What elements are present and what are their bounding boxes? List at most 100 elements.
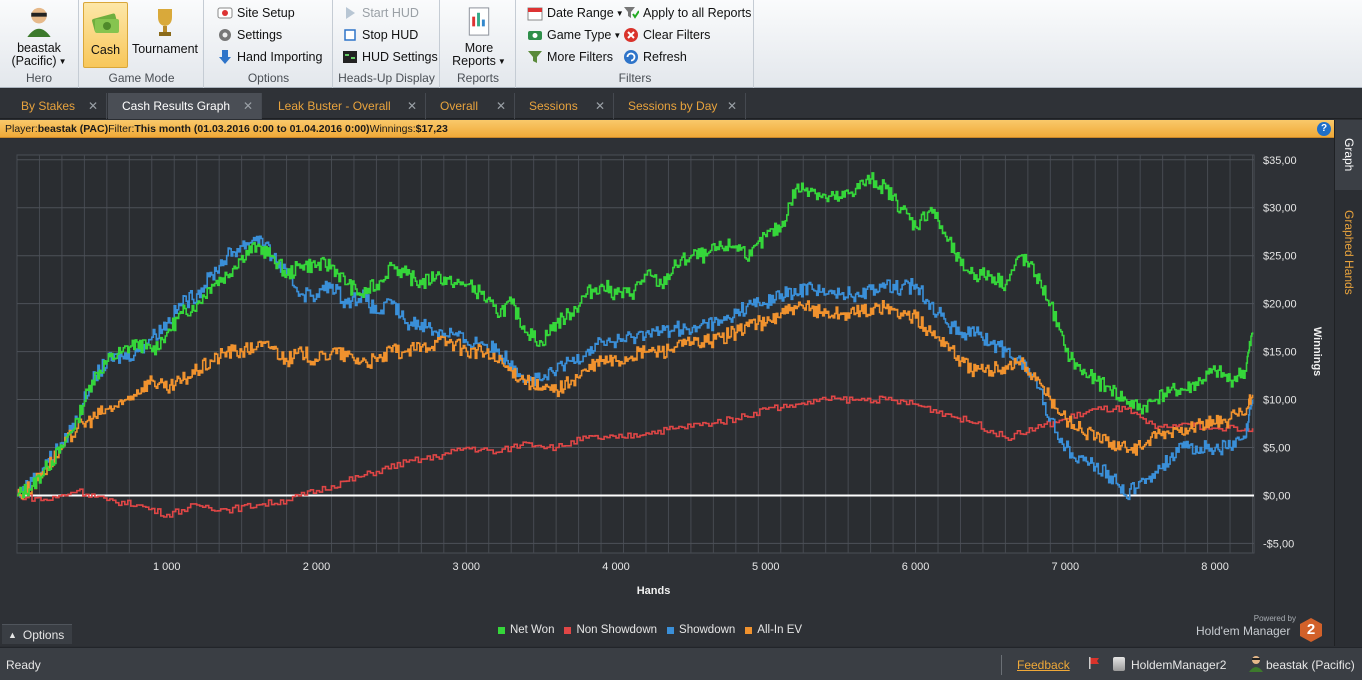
- refresh-button[interactable]: Refresh: [623, 47, 687, 67]
- legend-item-showdown[interactable]: Showdown: [667, 624, 735, 636]
- brand-name: Hold'em Manager: [1196, 624, 1291, 638]
- apply-all-reports-label: Apply to all Reports: [643, 6, 752, 20]
- close-icon[interactable]: ✕: [595, 99, 605, 113]
- start-hud-button[interactable]: Start HUD: [342, 3, 419, 23]
- hud-group-label: Heads-Up Display: [338, 71, 435, 85]
- legend-item-net-won[interactable]: Net Won: [497, 624, 554, 636]
- tab-label: By Stakes: [21, 99, 76, 113]
- more-reports-label-line2: Reports: [452, 54, 496, 68]
- site-setup-button[interactable]: Site Setup: [217, 3, 295, 23]
- hand-importing-button[interactable]: Hand Importing: [217, 47, 322, 67]
- play-icon: [346, 7, 355, 19]
- status-divider: [1001, 655, 1002, 675]
- x-axis-title: Hands: [637, 585, 671, 597]
- date-range-label: Date Range: [547, 6, 614, 20]
- clear-filters-button[interactable]: Clear Filters: [623, 25, 710, 45]
- x-tick-label: 8 000: [1201, 561, 1229, 573]
- hud-settings-icon: [343, 51, 357, 63]
- tab-sessions[interactable]: Sessions ✕: [515, 93, 614, 119]
- hud-settings-button[interactable]: HUD Settings: [342, 47, 438, 67]
- tab-by-stakes[interactable]: By Stakes ✕: [7, 93, 107, 119]
- filters-group: Date Range ▼ Game Type ▼ More Filters Appl…: [517, 0, 754, 88]
- close-icon[interactable]: ✕: [727, 99, 737, 113]
- close-icon[interactable]: ✕: [88, 99, 98, 113]
- side-tab-label: Graphed Hands: [1342, 209, 1356, 295]
- game-type-icon: [528, 31, 542, 40]
- more-reports-button[interactable]: More Reports ▼: [447, 2, 511, 68]
- close-icon[interactable]: ✕: [496, 99, 506, 113]
- legend-label: Showdown: [679, 624, 736, 636]
- feedback-link[interactable]: Feedback: [1017, 658, 1070, 672]
- legend-item-all-in-ev[interactable]: All-In EV: [745, 624, 802, 636]
- tab-overall[interactable]: Overall ✕: [426, 93, 515, 119]
- winnings-value: $17,23: [415, 122, 448, 135]
- legend-swatch: [745, 626, 753, 634]
- chevron-down-icon: ▼: [497, 57, 506, 66]
- close-icon[interactable]: ✕: [243, 99, 253, 113]
- status-text: Ready: [6, 658, 41, 672]
- options-group-label: Options: [247, 71, 290, 85]
- apply-filter-icon: [624, 7, 639, 19]
- hero-group-label: Hero: [25, 71, 52, 85]
- legend-label: Non Showdown: [576, 624, 658, 636]
- apply-all-reports-button[interactable]: Apply to all Reports: [623, 3, 751, 23]
- status-bar: Ready Feedback HoldemManager2 beastak (P…: [0, 647, 1362, 680]
- x-tick-label: 1 000: [153, 561, 181, 573]
- flag-icon: [1089, 657, 1099, 669]
- more-filters-button[interactable]: More Filters: [527, 47, 613, 67]
- y-tick-label: -$5,00: [1263, 538, 1294, 550]
- tab-cash-results-graph[interactable]: Cash Results Graph ✕: [108, 93, 262, 119]
- game-type-button[interactable]: Game Type ▼: [527, 25, 621, 45]
- refresh-icon: [624, 50, 638, 64]
- ribbon-toolbar: beastak (Pacific) ▼ Hero Cash Tournament…: [0, 0, 1362, 88]
- y-tick-label: $10,00: [1263, 395, 1297, 407]
- filter-label: Filter:: [108, 122, 135, 135]
- y-tick-label: $15,00: [1263, 347, 1297, 359]
- start-hud-label: Start HUD: [362, 6, 419, 20]
- more-filters-label: More Filters: [547, 50, 613, 64]
- calendar-icon: [527, 7, 543, 21]
- stop-hud-button[interactable]: Stop HUD: [342, 25, 418, 45]
- y-axis-title: Winnings: [1311, 327, 1323, 376]
- user-avatar-icon: [1249, 656, 1263, 672]
- help-icon[interactable]: ?: [1317, 122, 1331, 136]
- player-label: Player:: [5, 122, 38, 135]
- hero-label-line2: (Pacific): [11, 54, 57, 68]
- settings-button[interactable]: Settings: [217, 25, 282, 45]
- site-setup-icon: [217, 7, 233, 19]
- hud-settings-label: HUD Settings: [362, 50, 438, 64]
- tab-label: Overall: [440, 99, 479, 113]
- database-name: HoldemManager2: [1131, 658, 1227, 672]
- filter-info-bar: Player: beastak (PAC) Filter: This month…: [0, 120, 1334, 138]
- reports-icon: [468, 7, 490, 36]
- legend-swatch: [564, 626, 572, 634]
- side-tab-graphed-hands[interactable]: Graphed Hands: [1335, 194, 1362, 310]
- app-window: beastak (Pacific) ▼ Hero Cash Tournament…: [0, 0, 1362, 680]
- filter-value: This month (01.03.2016 0:00 to 01.04.201…: [134, 122, 370, 135]
- x-tick-label: 6 000: [902, 561, 930, 573]
- tournament-label: Tournament: [131, 42, 198, 56]
- cash-mode-button[interactable]: Cash: [83, 2, 128, 68]
- tab-sessions-by-day[interactable]: Sessions by Day ✕: [614, 93, 746, 119]
- filter-icon: [528, 51, 542, 63]
- hero-button[interactable]: beastak (Pacific) ▼: [4, 2, 74, 68]
- x-tick-label: 2 000: [303, 561, 331, 573]
- x-tick-label: 4 000: [602, 561, 630, 573]
- side-tab-graph[interactable]: Graph: [1335, 120, 1362, 190]
- filters-group-label: Filters: [618, 71, 652, 85]
- y-tick-label: $30,00: [1263, 203, 1297, 215]
- tournament-mode-button[interactable]: Tournament: [130, 2, 200, 68]
- game-mode-group: Cash Tournament Game Mode: [80, 0, 204, 88]
- tab-leak-buster-overall[interactable]: Leak Buster - Overall ✕: [264, 93, 426, 119]
- legend-item-non-showdown[interactable]: Non Showdown: [564, 624, 657, 636]
- import-arrow-icon: [219, 50, 231, 64]
- results-chart: $35,00 $30,00 $25,00 $20,00 $15,00 $10,00 $5,0…: [0, 139, 1334, 646]
- side-tab-label: Graph: [1342, 138, 1356, 172]
- date-range-button[interactable]: Date Range ▼: [527, 3, 624, 23]
- close-icon[interactable]: ✕: [407, 99, 417, 113]
- tab-label: Sessions: [529, 99, 578, 113]
- game-mode-group-label: Game Mode: [108, 71, 175, 85]
- reports-group: More Reports ▼ Reports: [441, 0, 516, 88]
- y-tick-label: $20,00: [1263, 299, 1297, 311]
- side-tab-bar: Graph Graphed Hands: [1334, 120, 1362, 646]
